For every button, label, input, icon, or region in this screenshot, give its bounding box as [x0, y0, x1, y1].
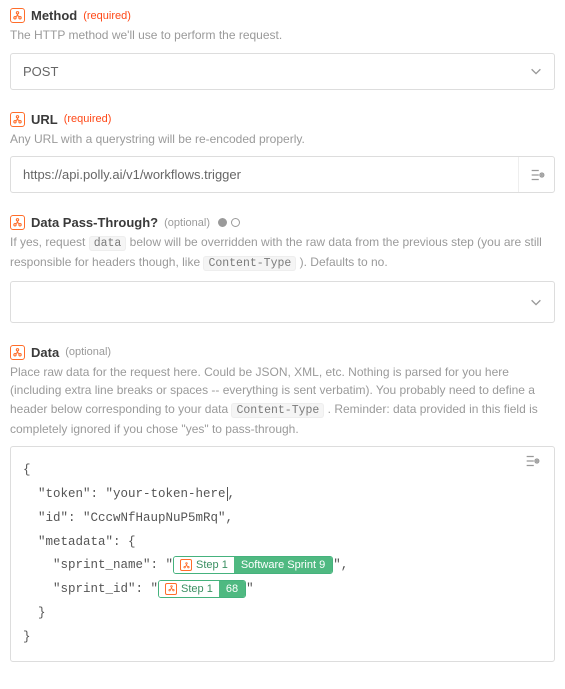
method-value: POST — [11, 54, 518, 89]
url-label: URL — [31, 112, 58, 127]
passthrough-radios[interactable] — [218, 218, 240, 227]
passthrough-label-row: Data Pass-Through? (optional) — [10, 215, 555, 230]
workflow-icon — [10, 112, 25, 127]
radio-on-icon — [218, 218, 227, 227]
passthrough-help: If yes, request data below will be overr… — [10, 233, 555, 273]
url-help: Any URL with a querystring will be re-en… — [10, 130, 555, 149]
chevron-down-icon — [518, 54, 554, 89]
field-pill[interactable]: Step 1Software Sprint 9 — [173, 556, 333, 574]
required-tag: (required) — [83, 10, 131, 22]
passthrough-select[interactable] — [10, 281, 555, 323]
url-input-wrap — [10, 156, 555, 193]
code-chip: Content-Type — [203, 256, 296, 271]
optional-tag: (optional) — [65, 346, 111, 358]
method-label: Method — [31, 8, 77, 23]
url-input[interactable] — [11, 157, 518, 192]
required-tag: (required) — [64, 113, 112, 125]
url-label-row: URL (required) — [10, 112, 555, 127]
data-help: Place raw data for the request here. Cou… — [10, 363, 555, 439]
method-help: The HTTP method we'll use to perform the… — [10, 26, 555, 45]
optional-tag: (optional) — [164, 217, 210, 229]
code-line: "sprint_id": "Step 168" — [23, 578, 514, 602]
workflow-icon — [10, 215, 25, 230]
code-line: "id": "CccwNfHaupNuP5mRq", — [23, 507, 514, 531]
workflow-icon — [165, 583, 177, 595]
chevron-down-icon — [518, 282, 554, 322]
code-line: "token": "your-token-here, — [23, 483, 514, 507]
code-chip: data — [89, 236, 127, 251]
passthrough-label: Data Pass-Through? — [31, 215, 158, 230]
url-field: URL (required) Any URL with a querystrin… — [10, 112, 555, 194]
workflow-icon — [180, 559, 192, 571]
method-label-row: Method (required) — [10, 8, 555, 23]
code-line: } — [23, 602, 514, 626]
workflow-icon — [10, 345, 25, 360]
data-label-row: Data (optional) — [10, 345, 555, 360]
insert-data-icon[interactable] — [514, 453, 550, 469]
data-editor[interactable]: { "token": "your-token-here, "id": "Cccw… — [10, 446, 555, 662]
code-line: "sprint_name": "Step 1Software Sprint 9"… — [23, 554, 514, 578]
passthrough-value — [11, 282, 518, 322]
code-line: { — [23, 459, 514, 483]
method-select[interactable]: POST — [10, 53, 555, 90]
workflow-icon — [10, 8, 25, 23]
data-field: Data (optional) Place raw data for the r… — [10, 345, 555, 663]
data-label: Data — [31, 345, 59, 360]
insert-data-icon[interactable] — [518, 157, 554, 192]
passthrough-field: Data Pass-Through? (optional) If yes, re… — [10, 215, 555, 323]
field-pill[interactable]: Step 168 — [158, 580, 246, 598]
radio-off-icon — [231, 218, 240, 227]
method-field: Method (required) The HTTP method we'll … — [10, 8, 555, 90]
code-line: } — [23, 626, 514, 650]
code-chip: Content-Type — [231, 403, 324, 418]
